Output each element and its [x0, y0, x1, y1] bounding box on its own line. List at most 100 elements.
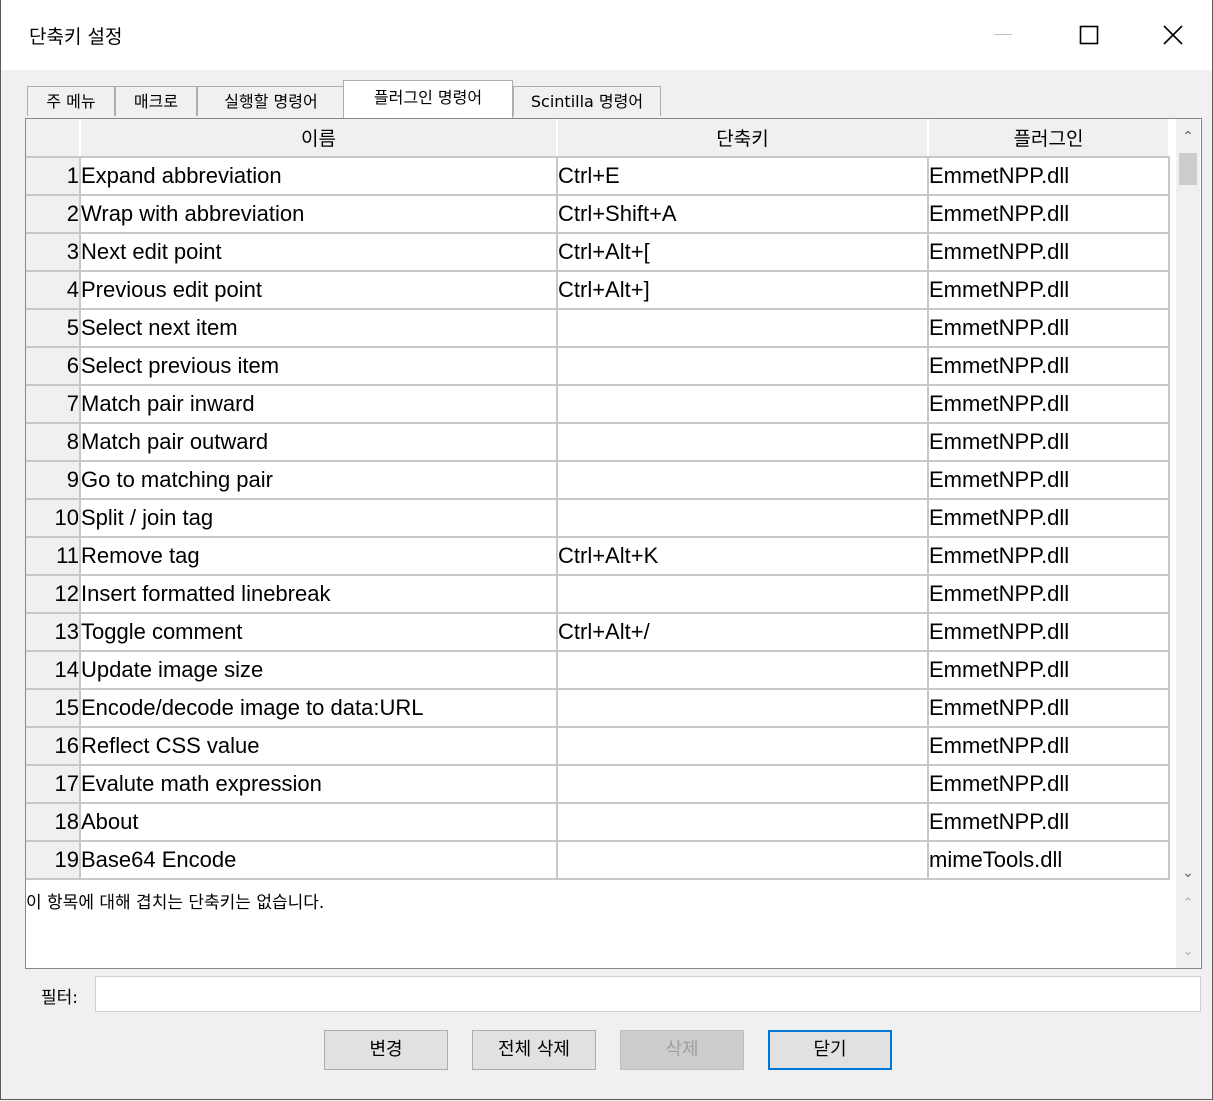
table-row[interactable]: 5 Select next item EmmetNPP.dll — [26, 309, 1170, 348]
tab-run-commands[interactable]: 실행할 명령어 — [197, 86, 345, 116]
command-name: Insert formatted linebreak — [80, 575, 558, 614]
row-number: 10 — [26, 499, 81, 538]
table-row[interactable]: 1 Expand abbreviation Ctrl+E EmmetNPP.dll — [26, 157, 1170, 196]
row-number: 17 — [26, 765, 81, 804]
row-number: 7 — [26, 385, 81, 424]
shortcut-value: Ctrl+Alt+[ — [557, 233, 929, 272]
row-number: 8 — [26, 423, 81, 462]
close-window-button[interactable] — [1143, 8, 1203, 62]
command-name: Select previous item — [80, 347, 558, 386]
table-row[interactable]: 4 Previous edit point Ctrl+Alt+] EmmetNPP.d… — [26, 271, 1170, 310]
row-number: 5 — [26, 309, 81, 348]
filter-label: 필터: — [41, 988, 79, 1008]
row-number: 3 — [26, 233, 81, 272]
plugin-name: EmmetNPP.dll — [928, 309, 1170, 348]
shortcut-value — [557, 385, 929, 424]
command-name: Next edit point — [80, 233, 558, 272]
shortcut-value: Ctrl+Alt+K — [557, 537, 929, 576]
plugin-name: EmmetNPP.dll — [928, 575, 1170, 614]
maximize-button[interactable] — [1059, 8, 1119, 62]
table-row[interactable]: 19 Base64 Encode mimeTools.dll — [26, 841, 1170, 880]
scroll-up-icon[interactable]: ⌃ — [1176, 125, 1200, 149]
table-row[interactable]: 2 Wrap with abbreviation Ctrl+Shift+A Emmet… — [26, 195, 1170, 234]
shortcut-value — [557, 575, 929, 614]
table-row[interactable]: 3 Next edit point Ctrl+Alt+[EmmetNPP.dll — [26, 233, 1170, 272]
row-number: 18 — [26, 803, 81, 842]
plugin-name: EmmetNPP.dll — [928, 689, 1170, 728]
plugin-name: EmmetNPP.dll — [928, 385, 1170, 424]
info-vertical-scrollbar[interactable]: ⌃ ⌄ — [1176, 886, 1200, 968]
shortcut-value — [557, 689, 929, 728]
tab-main-menu[interactable]: 주 메뉴 — [27, 86, 115, 116]
title-bar: 단축키 설정 — [1, 0, 1212, 70]
table-row[interactable]: 18 About EmmetNPP.dll — [26, 803, 1170, 842]
table-row[interactable]: 7 Match pair inward EmmetNPP.dll — [26, 385, 1170, 424]
filter-input[interactable] — [95, 976, 1201, 1012]
command-name: Split / join tag — [80, 499, 558, 538]
row-number: 16 — [26, 727, 81, 766]
plugin-name: EmmetNPP.dll — [928, 537, 1170, 576]
clear-all-button[interactable]: 전체 삭제 — [472, 1030, 596, 1070]
row-number: 14 — [26, 651, 81, 690]
info-scroll-down-icon[interactable]: ⌄ — [1176, 940, 1200, 964]
command-name: Select next item — [80, 309, 558, 348]
shortcut-value: Ctrl+Shift+A — [557, 195, 929, 234]
header-shortcut[interactable]: 단축키 — [557, 119, 929, 158]
row-number: 6 — [26, 347, 81, 386]
maximize-icon — [1079, 25, 1099, 45]
table-row[interactable]: 8 Match pair outward EmmetNPP.dll — [26, 423, 1170, 462]
row-number: 9 — [26, 461, 81, 500]
command-name: Encode/decode image to data:URL — [80, 689, 558, 728]
modify-button[interactable]: 변경 — [324, 1030, 448, 1070]
command-name: Wrap with abbreviation — [80, 195, 558, 234]
plugin-name: EmmetNPP.dll — [928, 423, 1170, 462]
table-row[interactable]: 15 Encode/decode image to data:URL EmmetNP… — [26, 689, 1170, 728]
plugin-name: EmmetNPP.dll — [928, 195, 1170, 234]
header-name[interactable]: 이름 — [80, 119, 558, 158]
delete-button[interactable]: 삭제 — [620, 1030, 744, 1070]
close-icon — [1163, 25, 1183, 45]
table-row[interactable]: 12 Insert formatted linebreak EmmetNPP.dll — [26, 575, 1170, 614]
table-header-row: 이름 단축키 플러그인 — [26, 119, 1170, 158]
shortcut-value — [557, 803, 929, 842]
row-number: 11 — [26, 537, 81, 576]
table-row[interactable]: 9 Go to matching pair EmmetNPP.dll — [26, 461, 1170, 500]
close-button[interactable]: 닫기 — [768, 1030, 892, 1070]
header-plugin[interactable]: 플러그인 — [928, 119, 1170, 158]
tab-scintilla-commands[interactable]: Scintilla 명령어 — [513, 86, 661, 116]
minimize-icon — [994, 34, 1012, 35]
shortcut-grid[interactable]: 이름 단축키 플러그인 1 Expand abbreviation Ctrl+E Em… — [25, 118, 1202, 888]
plugin-name: EmmetNPP.dll — [928, 765, 1170, 804]
window-title: 단축키 설정 — [29, 26, 123, 48]
shortcut-value — [557, 499, 929, 538]
tab-plugin-commands[interactable]: 플러그인 명령어 — [343, 80, 513, 118]
shortcut-value — [557, 727, 929, 766]
shortcut-value — [557, 765, 929, 804]
header-corner — [26, 119, 81, 158]
grid-vertical-scrollbar[interactable]: ⌃ ⌄ — [1176, 119, 1200, 887]
command-name: Reflect CSS value — [80, 727, 558, 766]
row-number: 19 — [26, 841, 81, 880]
shortcut-value — [557, 651, 929, 690]
row-number: 1 — [26, 157, 81, 196]
scroll-down-icon[interactable]: ⌄ — [1176, 861, 1200, 885]
tab-macros[interactable]: 매크로 — [115, 86, 197, 116]
row-number: 2 — [26, 195, 81, 234]
table-body: 1 Expand abbreviation Ctrl+E EmmetNPP.dll 2 W… — [26, 157, 1170, 880]
table-row[interactable]: 11 Remove tag Ctrl+Alt+K EmmetNPP.dll — [26, 537, 1170, 576]
table-row[interactable]: 14 Update image size EmmetNPP.dll — [26, 651, 1170, 690]
shortcut-value — [557, 841, 929, 880]
minimize-button[interactable] — [973, 8, 1033, 62]
info-scroll-up-icon[interactable]: ⌃ — [1176, 892, 1200, 916]
plugin-name: EmmetNPP.dll — [928, 613, 1170, 652]
table-row[interactable]: 17 Evalute math expression EmmetNPP.dll — [26, 765, 1170, 804]
row-number: 4 — [26, 271, 81, 310]
table-row[interactable]: 16 Reflect CSS value EmmetNPP.dll — [26, 727, 1170, 766]
command-name: Remove tag — [80, 537, 558, 576]
table-row[interactable]: 13 Toggle comment Ctrl+Alt+/EmmetNPP.dll — [26, 613, 1170, 652]
scroll-thumb[interactable] — [1179, 153, 1197, 185]
table-row[interactable]: 6 Select previous item EmmetNPP.dll — [26, 347, 1170, 386]
table-row[interactable]: 10 Split / join tag EmmetNPP.dll — [26, 499, 1170, 538]
conflict-message: 이 항목에 대해 겹치는 단축키는 없습니다. — [26, 893, 325, 913]
plugin-name: mimeTools.dll — [928, 841, 1170, 880]
